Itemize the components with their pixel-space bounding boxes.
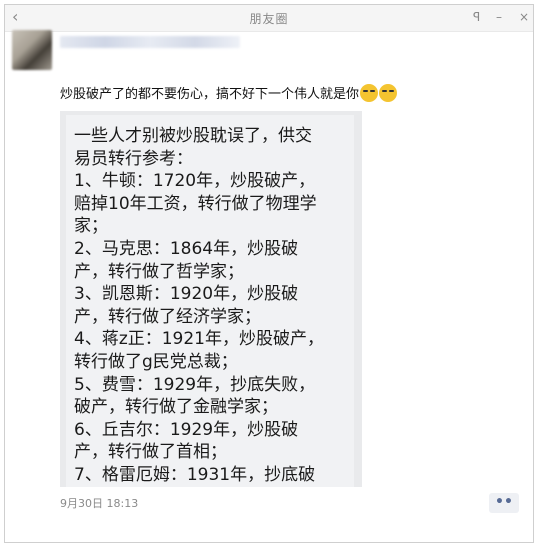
image-text-line: 4、蒋z正：1921年，炒股破产， [74, 329, 325, 350]
image-text-line: 7、格雷厄姆：1931年，抄底破 [74, 464, 316, 485]
image-text-line: 产，转行做了证券学家； [74, 487, 348, 488]
pin-icon[interactable]: ꟼ [473, 9, 480, 25]
image-text-block: 一些人才别被炒股耽误了，供交 易员转行参考： 1、牛顿：1720年，炒股破产， 赔掉1… [66, 115, 354, 487]
title-bar: ‹ 朋友圈 ꟼ – × [5, 5, 533, 32]
image-text-line: 家； [74, 216, 108, 237]
image-text-line: 2、马克思：1864年，炒股破 [74, 238, 299, 259]
image-text-line: 产，转行做了哲学家； [74, 261, 244, 282]
image-text-line: 6、丘吉尔：1929年，炒股破 [74, 419, 299, 440]
avatar[interactable] [12, 30, 52, 70]
cat-emoji-icon [379, 84, 398, 102]
image-text-line: 破产，转行做了金融学家； [74, 397, 278, 418]
more-options-button[interactable]: •• [489, 493, 519, 513]
image-text-line: 一些人才别被炒股耽误了，供交 [74, 126, 312, 146]
post-image[interactable]: 一些人才别被炒股耽误了，供交 易员转行参考： 1、牛顿：1720年，炒股破产， 赔掉1… [60, 111, 362, 487]
image-text-line: 产，转行做了首相； [74, 442, 227, 463]
post-caption: 炒股破产了的都不要伤心，搞不好下一个伟人就是你 [60, 87, 360, 102]
image-text-line: 转行做了g民党总裁； [74, 351, 238, 372]
window-title: 朋友圈 [249, 12, 289, 26]
cat-emoji-icon [360, 84, 379, 102]
minimize-button[interactable]: – [496, 9, 502, 25]
image-text-line: 赔掉10年工资，转行做了物理学 [74, 193, 317, 214]
image-text-line: 1、牛顿：1720年，炒股破产， [74, 171, 316, 192]
author-name-blurred[interactable] [60, 36, 240, 48]
close-button[interactable]: × [519, 9, 529, 25]
image-text-line: 5、费雪：1929年，抄底失败， [74, 374, 316, 395]
post-text: 炒股破产了的都不要伤心，搞不好下一个伟人就是你 [60, 84, 510, 105]
image-text-line: 产，转行做了经济学家； [74, 306, 261, 327]
image-text-line: 易员转行参考： [74, 148, 193, 169]
post-timestamp: 9月30日 18:13 [60, 497, 139, 510]
image-text-line: 3、凯恩斯：1920年，炒股破 [74, 284, 299, 305]
